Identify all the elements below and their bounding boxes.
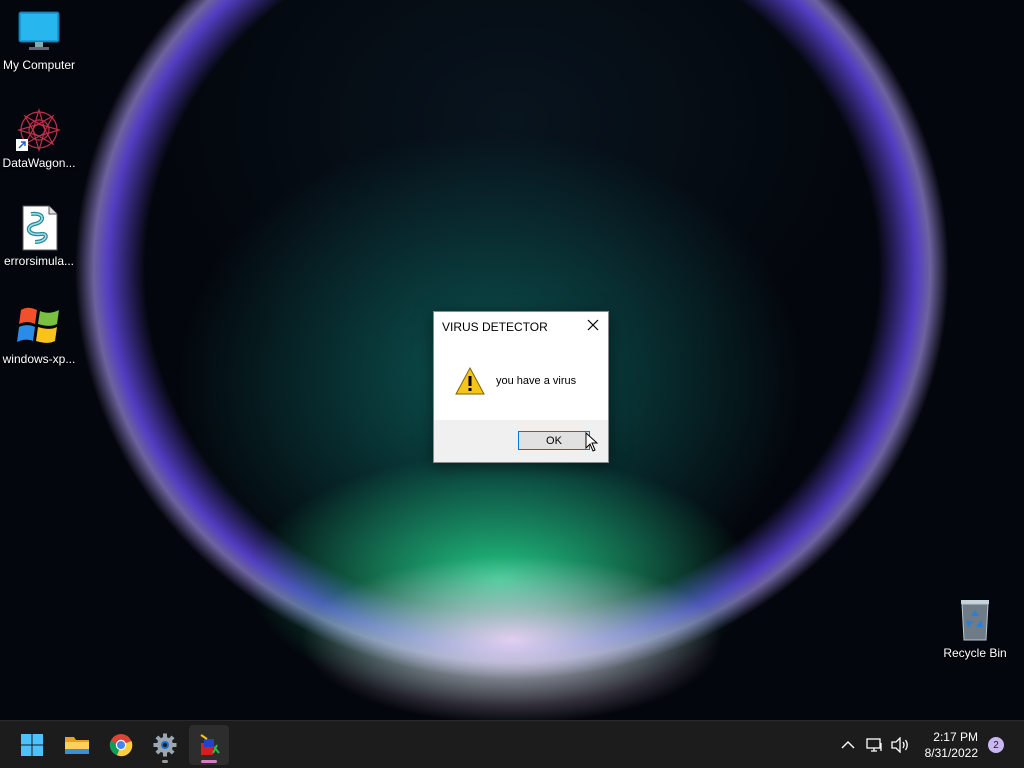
dialog-footer: OK bbox=[434, 420, 608, 462]
ok-button[interactable]: OK bbox=[518, 431, 590, 450]
warning-icon bbox=[454, 366, 486, 396]
desktop-icon-my-computer[interactable]: My Computer bbox=[0, 8, 79, 72]
network-button[interactable] bbox=[865, 735, 885, 755]
file-explorer-button[interactable] bbox=[57, 725, 97, 765]
desktop-icon-windows-xp[interactable]: windows-xp... bbox=[0, 302, 79, 366]
volume-button[interactable] bbox=[890, 735, 910, 755]
settings-button[interactable] bbox=[145, 725, 185, 765]
running-indicator bbox=[162, 760, 168, 763]
dialog-message: you have a virus bbox=[496, 375, 577, 387]
desktop-icon-label: errorsimula... bbox=[3, 254, 74, 268]
mandala-shortcut-icon bbox=[15, 106, 63, 154]
desktop-icon-datawagon[interactable]: DataWagon... bbox=[0, 106, 79, 170]
windows-xp-logo-icon bbox=[15, 302, 63, 350]
show-hidden-icons-button[interactable] bbox=[838, 735, 858, 755]
clock-time: 2:17 PM bbox=[933, 730, 978, 744]
chevron-up-icon bbox=[841, 741, 855, 749]
active-indicator bbox=[201, 760, 217, 763]
folder-icon bbox=[65, 737, 89, 754]
start-button[interactable] bbox=[12, 725, 52, 765]
clock-date: 8/31/2022 bbox=[924, 746, 978, 760]
desktop-icon-label: Recycle Bin bbox=[943, 646, 1007, 660]
dialog-body: you have a virus bbox=[434, 342, 608, 420]
error-simulator-button[interactable] bbox=[189, 725, 229, 765]
script-file-icon bbox=[15, 204, 63, 252]
close-button[interactable] bbox=[584, 316, 602, 334]
desktop-icon-label: windows-xp... bbox=[2, 352, 76, 366]
desktop-icon-label: My Computer bbox=[2, 58, 76, 72]
recycle-bin-icon bbox=[951, 596, 999, 644]
desktop-icon-label: DataWagon... bbox=[2, 156, 76, 170]
desktop-icon-errorsimulator[interactable]: errorsimula... bbox=[0, 204, 79, 268]
close-icon bbox=[587, 319, 599, 331]
taskbar: 2:17 PM 8/31/2022 2 bbox=[0, 720, 1024, 768]
monitor-icon bbox=[15, 8, 63, 56]
clock[interactable]: 2:17 PM 8/31/2022 bbox=[925, 729, 978, 761]
speaker-icon bbox=[891, 737, 908, 753]
mouse-cursor-icon bbox=[585, 432, 599, 452]
gear-icon bbox=[153, 733, 177, 757]
virus-detector-dialog: VIRUS DETECTOR you have a virus OK bbox=[433, 311, 609, 463]
chrome-icon bbox=[109, 734, 133, 757]
app-icon bbox=[200, 734, 220, 755]
dialog-title: VIRUS DETECTOR bbox=[442, 320, 548, 334]
network-icon bbox=[866, 738, 882, 752]
desktop: My Computer DataWagon... errorsimula... … bbox=[0, 0, 1024, 720]
chrome-button[interactable] bbox=[101, 725, 141, 765]
windows-start-icon bbox=[21, 734, 43, 756]
desktop-icon-recycle-bin[interactable]: Recycle Bin bbox=[935, 596, 1015, 660]
notification-badge[interactable]: 2 bbox=[988, 737, 1004, 753]
